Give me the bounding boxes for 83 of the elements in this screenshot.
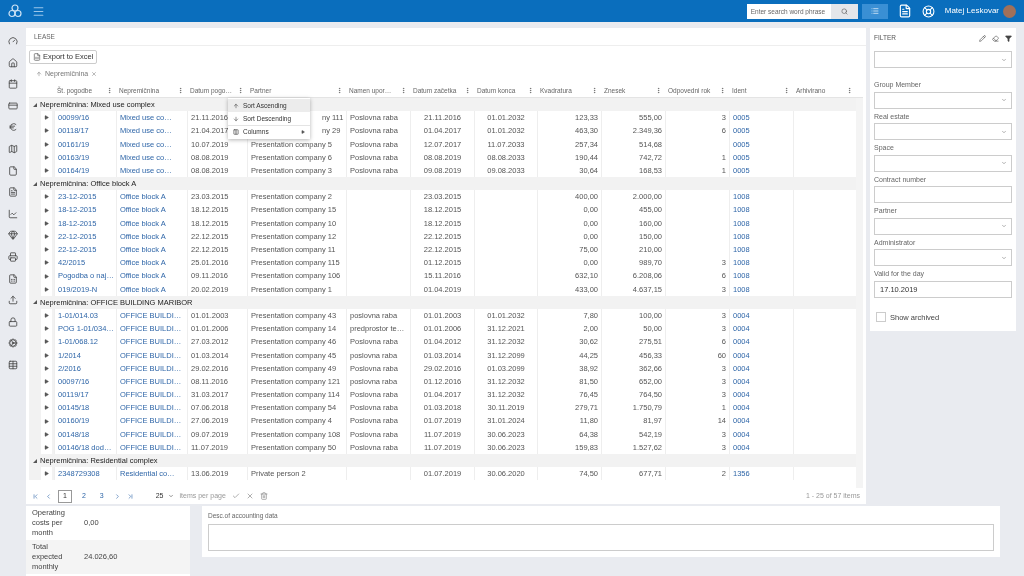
list-icon [870,7,879,15]
expand-icon[interactable] [44,392,49,398]
caret-icon [1001,254,1007,261]
caret-icon [1001,223,1007,229]
filter-icon[interactable] [1005,34,1012,42]
expand-icon[interactable] [44,326,49,332]
expand-icon[interactable] [44,141,49,147]
eraser-icon[interactable] [992,34,999,42]
gem-icon[interactable] [8,230,18,241]
expand-icon[interactable] [44,365,49,371]
caret-icon [1001,160,1007,166]
help-icon[interactable] [921,4,935,18]
arrow-down-icon [233,115,239,122]
expand-icon[interactable] [44,233,49,239]
expand-icon[interactable] [44,260,49,266]
close-icon[interactable] [245,492,254,500]
select-field[interactable] [874,51,1012,68]
select-field[interactable] [874,249,1012,266]
table-icon[interactable] [8,359,18,370]
list-button[interactable] [861,3,888,19]
expand-icon[interactable] [44,418,49,424]
logo-icon[interactable] [8,4,22,18]
arrow-up-icon [36,71,42,77]
document-icon[interactable] [8,187,18,198]
columns-icon [233,129,239,135]
euro-icon[interactable] [8,122,18,133]
home-icon[interactable] [8,57,18,68]
collapse-icon[interactable] [33,102,37,107]
map-icon[interactable] [8,143,18,154]
card-icon[interactable] [8,100,18,111]
collapse-icon[interactable] [33,300,37,305]
expand-icon[interactable] [44,207,49,213]
edit-icon[interactable] [979,34,986,42]
caret-icon [167,493,174,499]
select-field[interactable] [874,217,1012,235]
user-name[interactable]: Matej Leskovar [944,5,999,17]
expand-icon[interactable] [44,339,49,345]
collapse-icon[interactable] [33,181,37,186]
expand-icon[interactable] [44,431,49,437]
printer-icon[interactable] [8,251,18,262]
check-icon[interactable] [231,492,240,500]
prev-page-icon[interactable] [45,492,52,500]
caret-icon [1001,97,1007,103]
submenu-arrow-icon [301,130,305,134]
cogs-icon[interactable] [8,338,18,349]
select-field[interactable] [874,91,1012,109]
checkbox[interactable] [876,312,886,323]
trash-icon[interactable] [259,492,268,500]
upload-icon[interactable] [8,295,18,306]
expand-icon[interactable] [44,220,49,226]
expand-icon[interactable] [44,379,49,385]
expand-icon[interactable] [44,405,49,411]
caret-icon [1001,56,1007,63]
expand-icon[interactable] [44,471,49,477]
document-icon[interactable] [897,4,912,18]
expand-icon[interactable] [44,444,49,450]
search-icon [840,7,848,15]
file-icon[interactable] [8,165,18,176]
search-button[interactable] [830,3,858,19]
gauge-icon[interactable] [8,36,18,46]
spreadsheet-icon[interactable] [8,273,18,284]
arrow-up-icon [233,102,239,109]
select-field[interactable] [874,154,1012,172]
expand-icon[interactable] [44,273,49,279]
lock-icon[interactable] [8,316,18,327]
expand-icon[interactable] [44,313,49,319]
select-field[interactable] [874,123,1012,140]
scrollbar[interactable] [856,98,863,488]
calendar-icon[interactable] [8,79,18,90]
input-field[interactable] [874,186,1012,203]
expand-icon[interactable] [44,115,49,121]
expand-icon[interactable] [44,247,49,253]
caret-icon [1001,128,1007,135]
expand-icon[interactable] [44,352,49,358]
chart-icon[interactable] [8,208,18,219]
expand-icon[interactable] [44,286,49,292]
expand-icon[interactable] [44,194,49,200]
expand-icon[interactable] [44,128,49,134]
menu-icon[interactable] [32,4,45,18]
expand-icon[interactable] [44,168,49,174]
expand-icon[interactable] [44,154,49,160]
spreadsheet-icon [33,53,41,61]
collapse-icon[interactable] [33,458,37,463]
